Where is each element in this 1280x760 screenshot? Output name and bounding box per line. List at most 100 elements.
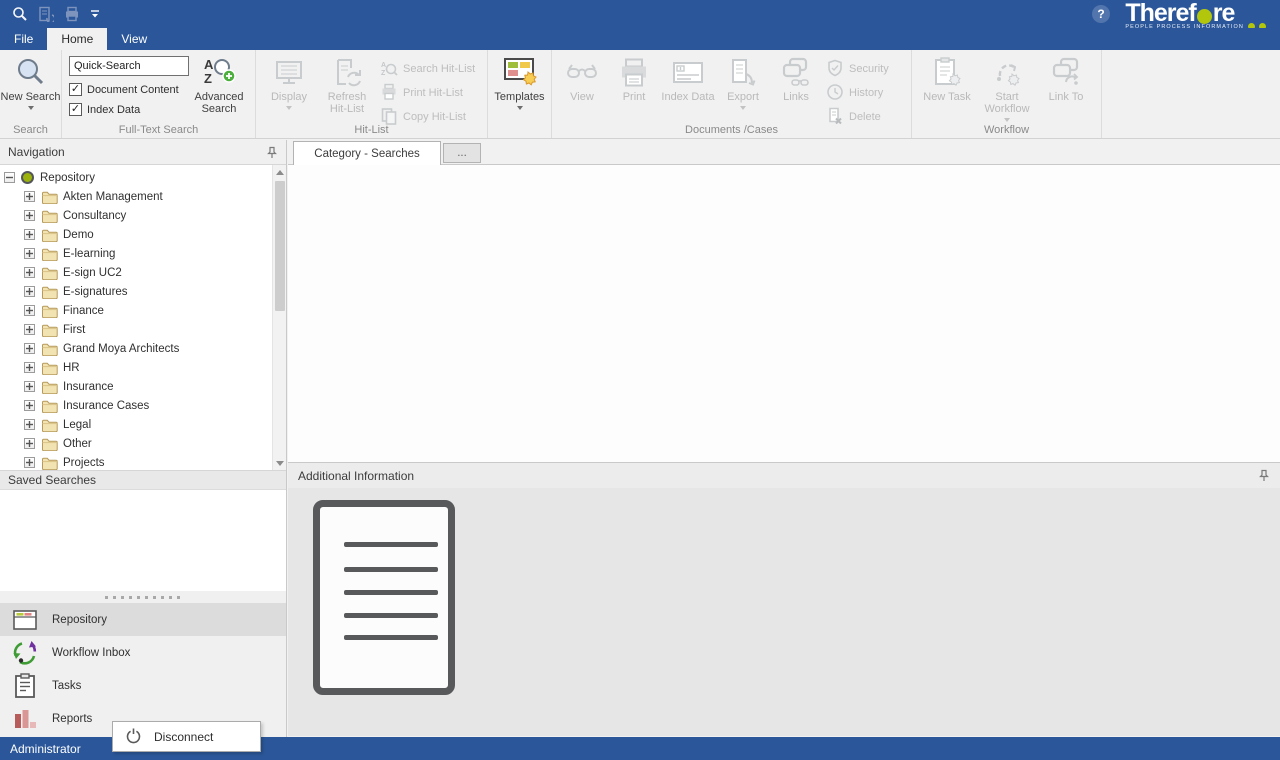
tree-item-folder[interactable]: Legal: [0, 415, 272, 434]
navigation-header: Navigation: [0, 140, 286, 165]
index-data-icon: [671, 56, 705, 90]
tree-item-folder[interactable]: HR: [0, 358, 272, 377]
pane-splitter[interactable]: [0, 591, 286, 603]
folder-icon: [41, 456, 58, 470]
navigation-pin-icon[interactable]: [266, 146, 278, 159]
expand-icon[interactable]: [24, 324, 35, 335]
help-icon[interactable]: ?: [1092, 5, 1110, 23]
repository-root-icon: [21, 171, 34, 184]
new-search-button[interactable]: New Search: [1, 53, 61, 110]
document-content-checkbox[interactable]: ✓: [69, 83, 82, 96]
title-bar: ? Therefre PEOPLE PROCESS INFORMATION: [0, 0, 1280, 28]
expand-icon[interactable]: [24, 381, 35, 392]
document-content-label: Document Content: [87, 84, 179, 96]
tab-category-searches[interactable]: Category - Searches: [293, 141, 441, 165]
tree-item-folder[interactable]: Finance: [0, 301, 272, 320]
collapse-icon[interactable]: [4, 172, 15, 183]
folder-icon: [41, 342, 58, 356]
tree-item-folder[interactable]: E-sign UC2: [0, 263, 272, 282]
display-icon: [273, 56, 305, 90]
tab-home[interactable]: Home: [47, 28, 107, 50]
sidebar-item-workflow-inbox[interactable]: Workflow Inbox: [0, 636, 286, 669]
start-workflow-dropdown-icon[interactable]: [1004, 118, 1010, 122]
expand-icon[interactable]: [24, 400, 35, 411]
folder-icon: [41, 209, 58, 223]
expand-icon[interactable]: [24, 267, 35, 278]
folder-icon: [41, 361, 58, 375]
expand-icon[interactable]: [24, 457, 35, 468]
expand-icon[interactable]: [24, 286, 35, 297]
folder-icon: [41, 304, 58, 318]
link-to-icon: [1049, 56, 1083, 90]
tree-scrollbar[interactable]: [272, 165, 286, 470]
search-hitlist-button[interactable]: AZ Search Hit-List: [380, 59, 475, 79]
templates-dropdown-icon[interactable]: [517, 106, 523, 110]
tree-item-folder[interactable]: Insurance Cases: [0, 396, 272, 415]
templates-button[interactable]: Templates: [489, 53, 551, 110]
ribbon-group-workflow: New Task Start Workflow Link To Workflow: [912, 50, 1102, 138]
export-dropdown-icon[interactable]: [740, 106, 746, 110]
refresh-hitlist-icon: [331, 56, 363, 90]
advanced-search-button[interactable]: AZ Advanced Search: [190, 53, 248, 116]
scroll-down-icon[interactable]: [273, 456, 286, 470]
expand-icon[interactable]: [24, 438, 35, 449]
index-data-checkbox[interactable]: ✓: [69, 103, 82, 116]
sidebar-item-repository[interactable]: Repository: [0, 603, 286, 636]
additional-information-pin-icon[interactable]: [1258, 469, 1270, 482]
quick-search-icon[interactable]: [12, 6, 28, 22]
tree-item-folder[interactable]: Akten Management: [0, 187, 272, 206]
tree-item-folder[interactable]: Projects: [0, 453, 272, 470]
tree-item-folder[interactable]: Consultancy: [0, 206, 272, 225]
status-user: Administrator: [10, 742, 81, 756]
main-area: Navigation Repository: [0, 140, 1280, 737]
logo-green-o: [1197, 9, 1212, 24]
folder-icon: [41, 190, 58, 204]
tree-item-folder[interactable]: Grand Moya Architects: [0, 339, 272, 358]
new-search-dropdown-icon[interactable]: [28, 106, 34, 110]
tab-view[interactable]: View: [107, 28, 161, 50]
expand-icon[interactable]: [24, 248, 35, 259]
refresh-document-icon[interactable]: [38, 6, 54, 22]
tree-item-folder[interactable]: Demo: [0, 225, 272, 244]
display-dropdown-icon[interactable]: [286, 106, 292, 110]
print-icon[interactable]: [64, 6, 80, 22]
expand-icon[interactable]: [24, 343, 35, 354]
therefore-logo: Therefre PEOPLE PROCESS INFORMATION: [1125, 1, 1266, 30]
tab-more[interactable]: ...: [443, 143, 481, 163]
tree-item-folder[interactable]: First: [0, 320, 272, 339]
expand-icon[interactable]: [24, 229, 35, 240]
expand-icon[interactable]: [24, 191, 35, 202]
ribbon-group-documents: View Print Index Data Export Links: [552, 50, 912, 138]
disconnect-menu-item[interactable]: Disconnect: [154, 730, 213, 744]
expand-icon[interactable]: [24, 210, 35, 221]
document-content-area: [288, 164, 1280, 462]
reports-icon: [12, 707, 38, 731]
print-hitlist-button[interactable]: Print Hit-List: [380, 83, 475, 103]
expand-icon[interactable]: [24, 305, 35, 316]
expand-icon[interactable]: [24, 362, 35, 373]
tree-item-folder[interactable]: Other: [0, 434, 272, 453]
tasks-icon: [12, 673, 38, 699]
svg-text:Z: Z: [204, 71, 212, 86]
folder-icon: [41, 285, 58, 299]
quick-search-input[interactable]: [69, 56, 189, 76]
tab-file[interactable]: File: [0, 28, 47, 50]
tree-item-folder[interactable]: E-signatures: [0, 282, 272, 301]
expand-icon[interactable]: [24, 419, 35, 430]
start-workflow-icon: [990, 56, 1024, 90]
security-button[interactable]: Security: [826, 59, 889, 79]
tree-item-folder[interactable]: Insurance: [0, 377, 272, 396]
scrollbar-thumb[interactable]: [275, 181, 285, 311]
document-placeholder-icon: [313, 500, 455, 695]
ribbon-empty-area: [1102, 50, 1280, 138]
tree-item-folder[interactable]: E-learning: [0, 244, 272, 263]
workflow-inbox-icon: [12, 640, 38, 666]
customize-toolbar-dropdown-icon[interactable]: [90, 9, 100, 19]
tree-item-repository[interactable]: Repository: [0, 168, 272, 187]
print-hitlist-icon: [380, 83, 398, 104]
scroll-up-icon[interactable]: [273, 165, 286, 179]
left-pane: Navigation Repository: [0, 140, 287, 737]
sidebar-item-tasks[interactable]: Tasks: [0, 669, 286, 702]
history-button[interactable]: History: [826, 83, 889, 103]
ribbon-group-fulltext: ✓ Document Content ✓ Index Data AZ Advan…: [62, 50, 256, 138]
